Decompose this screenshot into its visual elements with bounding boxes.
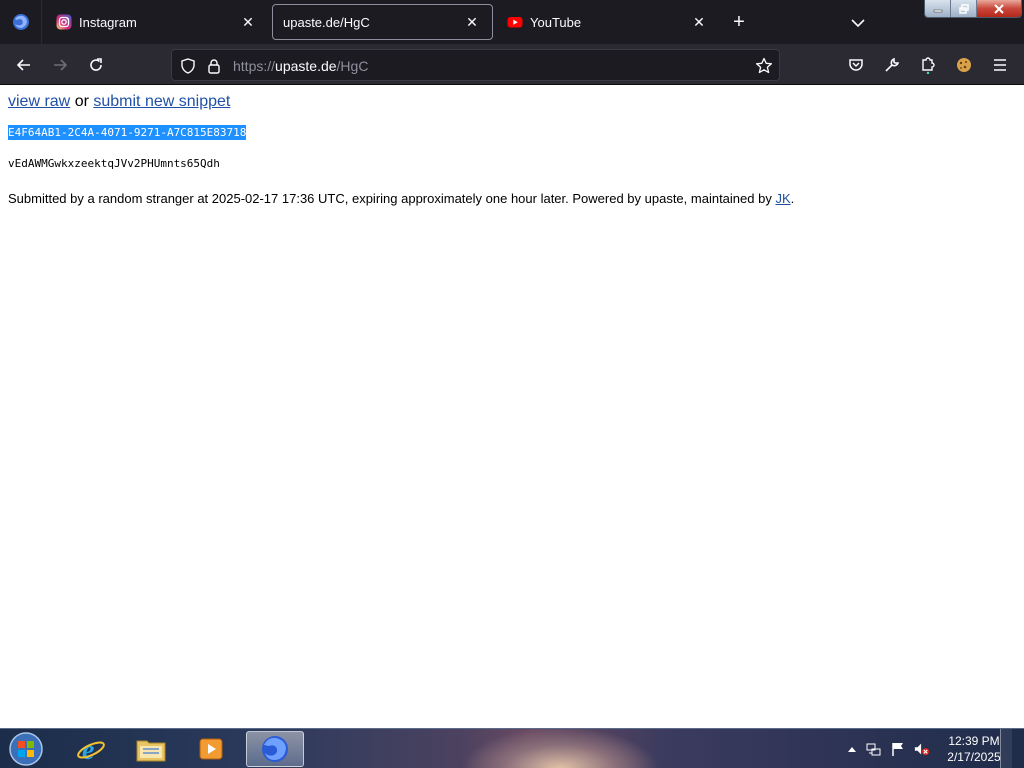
taskbar-file-explorer[interactable] (122, 731, 180, 767)
footer-description: Submitted by a random stranger at 2025-0… (8, 191, 772, 206)
show-hidden-icons-arrow-icon[interactable] (844, 741, 860, 757)
network-icon[interactable] (866, 741, 882, 757)
cookie-extension-button[interactable] (951, 52, 977, 78)
close-tab-icon[interactable]: ✕ (689, 12, 709, 32)
minimize-button[interactable] (925, 0, 951, 17)
shield-icon[interactable] (179, 57, 197, 75)
url-host: upaste.de (275, 58, 337, 74)
windows-start-orb-icon (9, 732, 43, 766)
tab-strip: Instagram ✕ upaste.de/HgC ✕ YouTube ✕ + (0, 0, 1024, 44)
instagram-icon (56, 14, 72, 30)
address-bar[interactable]: https://upaste.de/HgC (171, 49, 780, 81)
tab-instagram[interactable]: Instagram ✕ (46, 4, 268, 40)
reload-icon (90, 58, 102, 71)
maintainer-link[interactable]: JK (775, 191, 790, 206)
firefox-icon (262, 736, 288, 762)
app-menu-button[interactable] (987, 52, 1013, 78)
firefox-logo-icon (12, 14, 29, 30)
tab-title: upaste.de/HgC (283, 14, 370, 30)
close-icon (994, 3, 1004, 14)
snippet-text[interactable]: vEdAWMGwkxzeektqJVv2PHUmnts65Qdh (8, 157, 220, 170)
svg-text:e: e (82, 735, 94, 764)
tab-title: Instagram (79, 14, 137, 30)
submit-new-snippet-link[interactable]: submit new snippet (93, 93, 230, 110)
devtools-button[interactable] (879, 52, 905, 78)
reload-button[interactable] (83, 52, 109, 78)
restore-button[interactable] (951, 0, 977, 17)
media-player-icon (199, 738, 223, 760)
pocket-button[interactable] (843, 52, 869, 78)
url-path: /HgC (336, 58, 369, 74)
cookie-icon (957, 58, 971, 72)
wrench-icon (885, 57, 900, 72)
top-links: view raw or submit new snippet (8, 93, 230, 111)
arrow-right-icon (54, 59, 68, 71)
footer-period: . (790, 191, 795, 206)
restore-icon (958, 3, 969, 14)
system-tray: 12:39 PM 2/17/2025 (842, 729, 1012, 768)
start-button[interactable] (6, 731, 46, 767)
chevron-down-icon (851, 19, 865, 28)
youtube-icon (507, 14, 523, 30)
bookmark-star-icon[interactable] (755, 57, 773, 75)
or-text: or (74, 93, 89, 110)
taskbar-firefox[interactable] (246, 731, 304, 767)
action-center-flag-icon[interactable] (890, 741, 906, 757)
volume-muted-icon[interactable] (914, 741, 930, 757)
clock-date: 2/17/2025 (947, 750, 1001, 764)
tab-youtube[interactable]: YouTube ✕ (497, 4, 719, 40)
arrow-left-icon (16, 59, 30, 71)
folder-icon (136, 740, 166, 762)
close-tab-icon[interactable]: ✕ (462, 12, 482, 32)
forward-button[interactable] (47, 52, 73, 78)
selected-uuid-text[interactable]: E4F64AB1-2C4A-4071-9271-A7C815E83718 (8, 125, 247, 140)
hamburger-menu-icon (994, 59, 1006, 71)
show-desktop-button[interactable] (1000, 729, 1012, 768)
minimize-icon (933, 9, 942, 12)
clock[interactable]: 12:39 PM 2/17/2025 (942, 733, 1006, 765)
close-window-button[interactable] (977, 0, 1021, 17)
lock-icon[interactable] (205, 57, 223, 75)
clock-time: 12:39 PM (948, 734, 1000, 748)
pocket-icon (849, 59, 863, 71)
taskbar-internet-explorer[interactable]: e (62, 731, 120, 767)
firefox-view-button[interactable] (0, 0, 42, 44)
tab-upaste[interactable]: upaste.de/HgC ✕ (272, 4, 493, 40)
navigation-toolbar: https://upaste.de/HgC (0, 44, 1024, 85)
internet-explorer-icon: e (77, 735, 105, 764)
tab-title: YouTube (530, 14, 582, 30)
view-raw-link[interactable]: view raw (8, 93, 70, 110)
extensions-button[interactable] (915, 52, 941, 78)
list-all-tabs-button[interactable] (846, 12, 870, 34)
window-caption-buttons (924, 0, 1022, 18)
new-tab-button[interactable]: + (728, 12, 750, 34)
url-scheme: https:// (233, 58, 276, 74)
taskbar-media-player[interactable] (182, 731, 240, 767)
taskbar: e 12:39 PM 2/17/2025 (0, 728, 1024, 768)
page-content: view raw or submit new snippet E4F64AB1-… (0, 85, 1024, 728)
url-text: https://upaste.de/HgC (233, 58, 368, 74)
close-tab-icon[interactable]: ✕ (238, 12, 258, 32)
puzzle-icon (922, 57, 935, 74)
footer-text: Submitted by a random stranger at 2025-0… (8, 191, 794, 206)
back-button[interactable] (11, 52, 37, 78)
